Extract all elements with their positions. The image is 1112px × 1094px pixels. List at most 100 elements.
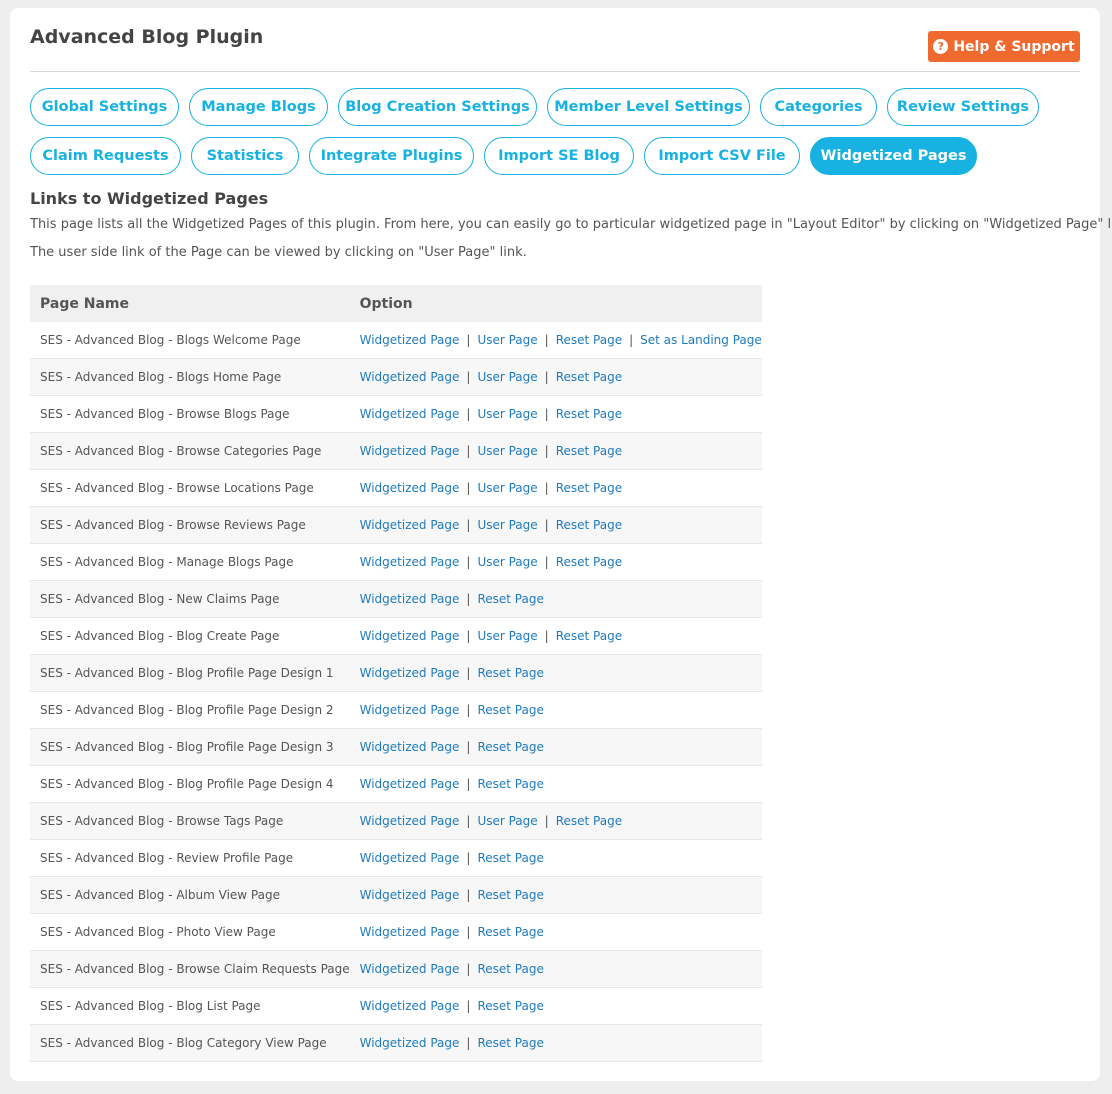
tab-integrate-plugins[interactable]: Integrate Plugins — [309, 137, 474, 175]
set-as-landing-page-link[interactable]: Set as Landing Page — [640, 333, 762, 347]
reset-page-link[interactable]: Reset Page — [477, 777, 543, 791]
reset-page-link[interactable]: Reset Page — [556, 814, 622, 828]
reset-page-link[interactable]: Reset Page — [477, 851, 543, 865]
options-cell: Widgetized Page | Reset Page — [349, 580, 762, 618]
table-row: SES - Advanced Blog - New Claims Page Wid… — [30, 580, 762, 618]
page-name-cell: SES - Advanced Blog - Browse Reviews Pag… — [30, 506, 350, 544]
link-separator: | — [466, 1036, 471, 1050]
tab-blog-creation-settings[interactable]: Blog Creation Settings — [338, 88, 537, 126]
reset-page-link[interactable]: Reset Page — [477, 925, 543, 939]
page-name-cell: SES - Advanced Blog - Blog Profile Page … — [30, 765, 350, 803]
widgetized-page-link[interactable]: Widgetized Page — [360, 777, 460, 791]
table-row: SES - Advanced Blog - Blog Create Page Wi… — [30, 617, 762, 655]
options-cell: Widgetized Page | User Page | Reset Page — [349, 432, 762, 470]
tab-global-settings[interactable]: Global Settings — [30, 88, 179, 126]
page-name-cell: SES - Advanced Blog - Blogs Home Page — [30, 358, 350, 396]
widgetized-page-link[interactable]: Widgetized Page — [360, 703, 460, 717]
reset-page-link[interactable]: Reset Page — [477, 1036, 543, 1050]
link-separator: | — [629, 333, 634, 347]
help-support-button[interactable]: ? Help & Support — [928, 31, 1080, 62]
reset-page-link[interactable]: Reset Page — [556, 481, 622, 495]
options-cell: Widgetized Page | User Page | Reset Page | Set… — [349, 322, 762, 359]
reset-page-link[interactable]: Reset Page — [477, 703, 543, 717]
table-row: SES - Advanced Blog - Browse Reviews Pag… — [30, 506, 762, 544]
reset-page-link[interactable]: Reset Page — [556, 518, 622, 532]
reset-page-link[interactable]: Reset Page — [477, 592, 543, 606]
widgetized-page-link[interactable]: Widgetized Page — [360, 333, 460, 347]
page-name-cell: SES - Advanced Blog - Browse Categories … — [30, 432, 350, 470]
table-row: SES - Advanced Blog - Blogs Home Page Wid… — [30, 358, 762, 396]
tab-import-csv-file[interactable]: Import CSV File — [644, 137, 800, 175]
user-page-link[interactable]: User Page — [477, 814, 537, 828]
user-page-link[interactable]: User Page — [477, 407, 537, 421]
widgetized-page-link[interactable]: Widgetized Page — [360, 444, 460, 458]
widgetized-page-link[interactable]: Widgetized Page — [360, 740, 460, 754]
widgetized-page-link[interactable]: Widgetized Page — [360, 999, 460, 1013]
widgetized-page-link[interactable]: Widgetized Page — [360, 555, 460, 569]
link-separator: | — [544, 629, 549, 643]
widgetized-page-link[interactable]: Widgetized Page — [360, 629, 460, 643]
tab-import-se-blog[interactable]: Import SE Blog — [484, 137, 634, 175]
widgetized-page-link[interactable]: Widgetized Page — [360, 851, 460, 865]
tab-member-level-settings[interactable]: Member Level Settings — [547, 88, 750, 126]
options-cell: Widgetized Page | User Page | Reset Page — [349, 358, 762, 396]
table-row: SES - Advanced Blog - Album View Page Wid… — [30, 876, 762, 914]
link-separator: | — [466, 962, 471, 976]
page-name-cell: SES - Advanced Blog - Manage Blogs Page — [30, 543, 350, 581]
reset-page-link[interactable]: Reset Page — [556, 444, 622, 458]
reset-page-link[interactable]: Reset Page — [556, 407, 622, 421]
widgetized-page-link[interactable]: Widgetized Page — [360, 962, 460, 976]
reset-page-link[interactable]: Reset Page — [477, 740, 543, 754]
page-name-cell: SES - Advanced Blog - Review Profile Pag… — [30, 839, 350, 877]
user-page-link[interactable]: User Page — [477, 629, 537, 643]
tab-manage-blogs[interactable]: Manage Blogs — [189, 88, 328, 126]
widgetized-page-link[interactable]: Widgetized Page — [360, 1036, 460, 1050]
header-divider — [30, 71, 1080, 72]
column-header-option: Option — [349, 285, 762, 322]
reset-page-link[interactable]: Reset Page — [556, 333, 622, 347]
link-separator: | — [466, 407, 471, 421]
page-name-cell: SES - Advanced Blog - Blogs Welcome Page — [30, 322, 350, 359]
tab-statistics[interactable]: Statistics — [191, 137, 299, 175]
options-cell: Widgetized Page | Reset Page — [349, 1024, 762, 1062]
widgetized-page-link[interactable]: Widgetized Page — [360, 370, 460, 384]
widgetized-page-link[interactable]: Widgetized Page — [360, 481, 460, 495]
reset-page-link[interactable]: Reset Page — [556, 555, 622, 569]
reset-page-link[interactable]: Reset Page — [477, 888, 543, 902]
widgetized-page-link[interactable]: Widgetized Page — [360, 888, 460, 902]
reset-page-link[interactable]: Reset Page — [556, 629, 622, 643]
tab-widgetized-pages[interactable]: Widgetized Pages — [810, 137, 977, 175]
section-title: Links to Widgetized Pages — [30, 189, 269, 208]
reset-page-link[interactable]: Reset Page — [477, 962, 543, 976]
options-cell: Widgetized Page | Reset Page — [349, 691, 762, 729]
widgetized-page-link[interactable]: Widgetized Page — [360, 925, 460, 939]
reset-page-link[interactable]: Reset Page — [477, 666, 543, 680]
user-page-link[interactable]: User Page — [477, 481, 537, 495]
page-name-cell: SES - Advanced Blog - Browse Locations P… — [30, 469, 350, 507]
user-page-link[interactable]: User Page — [477, 518, 537, 532]
widgetized-page-link[interactable]: Widgetized Page — [360, 407, 460, 421]
link-separator: | — [466, 666, 471, 680]
widgetized-page-link[interactable]: Widgetized Page — [360, 592, 460, 606]
widgetized-page-link[interactable]: Widgetized Page — [360, 666, 460, 680]
table-row: SES - Advanced Blog - Browse Claim Reque… — [30, 950, 762, 988]
tab-claim-requests[interactable]: Claim Requests — [30, 137, 181, 175]
table-row: SES - Advanced Blog - Manage Blogs Page W… — [30, 543, 762, 581]
tab-review-settings[interactable]: Review Settings — [887, 88, 1039, 126]
table-row: SES - Advanced Blog - Blog Profile Page … — [30, 654, 762, 692]
reset-page-link[interactable]: Reset Page — [477, 999, 543, 1013]
link-separator: | — [466, 444, 471, 458]
user-page-link[interactable]: User Page — [477, 333, 537, 347]
link-separator: | — [544, 333, 549, 347]
widgetized-page-link[interactable]: Widgetized Page — [360, 518, 460, 532]
link-separator: | — [466, 592, 471, 606]
tab-categories[interactable]: Categories — [760, 88, 877, 126]
link-separator: | — [544, 518, 549, 532]
reset-page-link[interactable]: Reset Page — [556, 370, 622, 384]
link-separator: | — [466, 703, 471, 717]
widgetized-page-link[interactable]: Widgetized Page — [360, 814, 460, 828]
link-separator: | — [544, 814, 549, 828]
user-page-link[interactable]: User Page — [477, 555, 537, 569]
user-page-link[interactable]: User Page — [477, 370, 537, 384]
user-page-link[interactable]: User Page — [477, 444, 537, 458]
